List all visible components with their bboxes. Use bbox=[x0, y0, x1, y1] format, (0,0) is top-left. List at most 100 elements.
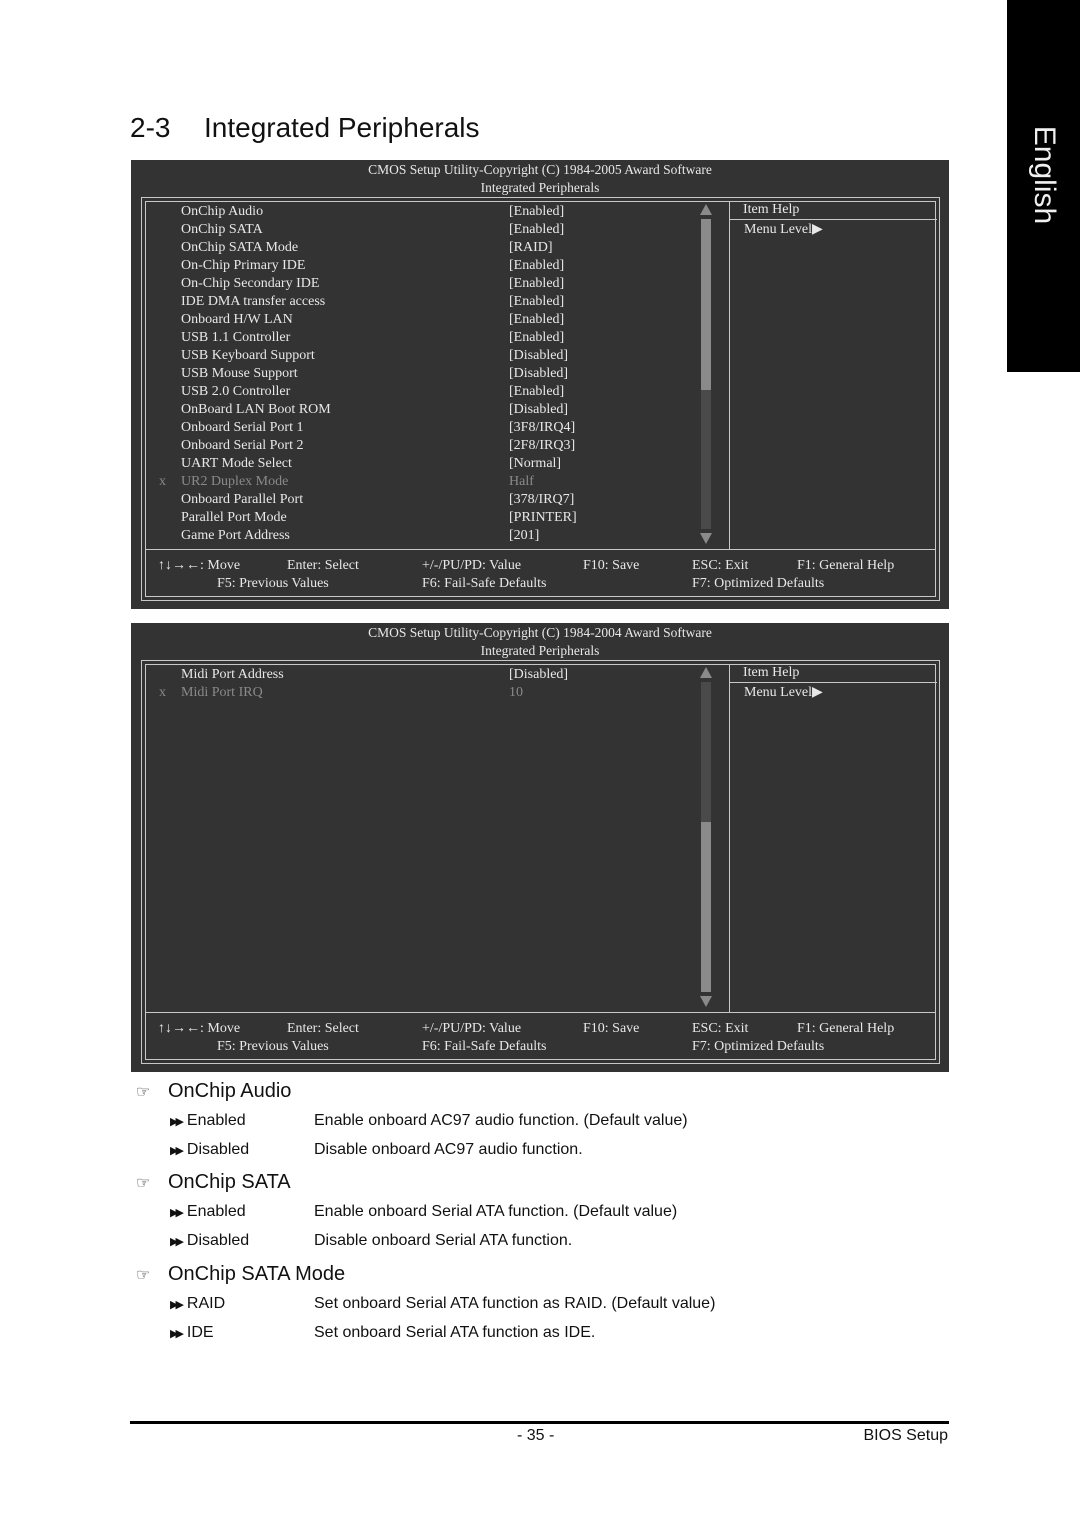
section-title: Integrated Peripherals bbox=[204, 112, 480, 143]
setting-value[interactable]: [Enabled] bbox=[509, 329, 564, 347]
setting-row[interactable]: UART Mode Select [Normal] bbox=[131, 455, 721, 473]
double-arrow-icon: ▶▶ bbox=[170, 1327, 184, 1340]
option-description: Disable onboard AC97 audio function. bbox=[314, 1140, 583, 1158]
setting-value[interactable]: [Enabled] bbox=[509, 221, 564, 239]
setting-row[interactable]: Onboard Parallel Port [378/IRQ7] bbox=[131, 491, 721, 509]
setting-row[interactable]: On-Chip Secondary IDE [Enabled] bbox=[131, 275, 721, 293]
language-tab: English bbox=[1007, 0, 1080, 372]
option-heading-title: OnChip SATA bbox=[168, 1171, 291, 1193]
setting-row[interactable]: IDE DMA transfer access [Enabled] bbox=[131, 293, 721, 311]
setting-row[interactable]: OnChip SATA Mode [RAID] bbox=[131, 239, 721, 257]
setting-value[interactable]: [2F8/IRQ3] bbox=[509, 437, 575, 455]
setting-value[interactable]: [Disabled] bbox=[509, 347, 568, 365]
scroll-down-icon[interactable] bbox=[700, 996, 712, 1007]
right-triangle-icon: ▶ bbox=[812, 222, 823, 237]
setting-value[interactable]: [Enabled] bbox=[509, 383, 564, 401]
setting-value[interactable]: [3F8/IRQ4] bbox=[509, 419, 575, 437]
setting-value[interactable]: [Enabled] bbox=[509, 311, 564, 329]
key-move: ↑↓→←: Move bbox=[158, 1021, 241, 1036]
setting-row[interactable]: OnChip SATA [Enabled] bbox=[131, 221, 721, 239]
settings-list: Midi Port Address [Disabled] x Midi Port IR… bbox=[131, 666, 721, 702]
setting-value[interactable]: [Disabled] bbox=[509, 666, 568, 684]
setting-value[interactable]: [378/IRQ7] bbox=[509, 491, 574, 509]
setting-label: USB 1.1 Controller bbox=[181, 330, 291, 345]
setting-value[interactable]: [Enabled] bbox=[509, 275, 564, 293]
scroll-track[interactable] bbox=[701, 219, 711, 529]
menu-level-label: Menu Level bbox=[744, 222, 813, 237]
key-f5: F5: Previous Values bbox=[217, 1039, 329, 1054]
scroll-up-icon[interactable] bbox=[700, 667, 712, 678]
setting-label: OnChip SATA bbox=[181, 222, 263, 237]
pointing-hand-icon: ☞ bbox=[136, 1266, 151, 1284]
setting-value[interactable]: [Enabled] bbox=[509, 293, 564, 311]
setting-value[interactable]: [RAID] bbox=[509, 239, 553, 257]
option-name: Disabled bbox=[186, 1231, 250, 1249]
setting-value[interactable]: [Normal] bbox=[509, 455, 561, 473]
key-f7: F7: Optimized Defaults bbox=[692, 576, 825, 591]
setting-value[interactable]: [PRINTER] bbox=[509, 509, 577, 527]
scroll-down-icon[interactable] bbox=[700, 533, 712, 544]
setting-row[interactable]: OnBoard LAN Boot ROM [Disabled] bbox=[131, 401, 721, 419]
scrollbar[interactable] bbox=[700, 667, 712, 1007]
setting-row[interactable]: Onboard Serial Port 1 [3F8/IRQ4] bbox=[131, 419, 721, 437]
setting-row[interactable]: Midi Port Address [Disabled] bbox=[131, 666, 721, 684]
option-name: RAID bbox=[186, 1295, 226, 1312]
key-f7: F7: Optimized Defaults bbox=[692, 1039, 825, 1054]
option-description: Disable onboard Serial ATA function. bbox=[314, 1231, 573, 1249]
scroll-up-icon[interactable] bbox=[700, 204, 712, 215]
setting-row[interactable]: USB 1.1 Controller [Enabled] bbox=[131, 329, 721, 347]
setting-label: Onboard Serial Port 1 bbox=[181, 420, 304, 435]
scrollbar[interactable] bbox=[700, 204, 712, 544]
setting-row[interactable]: Parallel Port Mode [PRINTER] bbox=[131, 509, 721, 527]
setting-label: OnBoard LAN Boot ROM bbox=[181, 402, 331, 417]
setting-value[interactable]: [Enabled] bbox=[509, 257, 564, 275]
menu-level: Menu Level▶ bbox=[744, 221, 823, 238]
setting-value[interactable]: [Disabled] bbox=[509, 401, 568, 419]
scroll-thumb[interactable] bbox=[701, 219, 711, 390]
settings-list: OnChip Audio [Enabled] OnChip SATA [Enabled… bbox=[131, 203, 721, 545]
option-heading: ☞ OnChip SATA bbox=[136, 1171, 291, 1194]
setting-row[interactable]: Game Port Address [201] bbox=[131, 527, 721, 545]
double-arrow-icon: ▶▶ bbox=[170, 1235, 184, 1248]
double-arrow-icon: ▶▶ bbox=[170, 1207, 184, 1219]
footer-rule bbox=[130, 1421, 949, 1424]
setting-row[interactable]: USB Keyboard Support [Disabled] bbox=[131, 347, 721, 365]
bios-screen-1: CMOS Setup Utility-Copyright (C) 1984-20… bbox=[131, 160, 949, 609]
setting-row[interactable]: OnChip Audio [Enabled] bbox=[131, 203, 721, 221]
option-description: Set onboard Serial ATA function as RAID.… bbox=[314, 1295, 716, 1312]
option-row: ▶▶ Disabled Disable onboard Serial ATA fun… bbox=[170, 1231, 572, 1250]
bios-screen-2: CMOS Setup Utility-Copyright (C) 1984-20… bbox=[131, 623, 949, 1072]
option-row: ▶▶ Enabled Enable onboard AC97 audio funct… bbox=[170, 1112, 688, 1130]
key-save: F10: Save bbox=[583, 558, 640, 573]
setting-row[interactable]: Onboard Serial Port 2 [2F8/IRQ3] bbox=[131, 437, 721, 455]
setting-label: Midi Port Address bbox=[181, 667, 284, 682]
scroll-track[interactable] bbox=[701, 682, 711, 992]
setting-row[interactable]: On-Chip Primary IDE [Enabled] bbox=[131, 257, 721, 275]
setting-value[interactable]: [Disabled] bbox=[509, 365, 568, 383]
language-tab-label: English bbox=[1027, 125, 1061, 225]
setting-value[interactable]: [Enabled] bbox=[509, 203, 564, 221]
setting-label: On-Chip Primary IDE bbox=[181, 258, 306, 273]
option-description: Enable onboard AC97 audio function. (Def… bbox=[314, 1112, 688, 1129]
setting-label: USB Mouse Support bbox=[181, 366, 298, 381]
menu-level: Menu Level▶ bbox=[744, 684, 823, 701]
setting-row[interactable]: USB 2.0 Controller [Enabled] bbox=[131, 383, 721, 401]
setting-row[interactable]: Onboard H/W LAN [Enabled] bbox=[131, 311, 721, 329]
setting-label: IDE DMA transfer access bbox=[181, 294, 326, 309]
setting-value[interactable]: [201] bbox=[509, 527, 539, 545]
pointing-hand-icon: ☞ bbox=[136, 1174, 151, 1192]
double-arrow-icon: ▶▶ bbox=[170, 1144, 184, 1157]
key-move: ↑↓→←: Move bbox=[158, 558, 241, 573]
item-help-label: Item Help bbox=[743, 202, 800, 217]
setting-label: Onboard Parallel Port bbox=[181, 492, 304, 507]
scroll-thumb[interactable] bbox=[701, 821, 711, 992]
setting-label: Onboard Serial Port 2 bbox=[181, 438, 304, 453]
setting-row[interactable]: USB Mouse Support [Disabled] bbox=[131, 365, 721, 383]
key-enter: Enter: Select bbox=[287, 1021, 359, 1036]
option-name: Enabled bbox=[186, 1112, 246, 1129]
key-exit: ESC: Exit bbox=[692, 558, 749, 573]
setting-row: x UR2 Duplex Mode Half bbox=[131, 473, 721, 491]
key-value: +/-/PU/PD: Value bbox=[422, 558, 522, 573]
frame-inner bbox=[145, 664, 936, 1060]
setting-value: 10 bbox=[509, 685, 523, 700]
